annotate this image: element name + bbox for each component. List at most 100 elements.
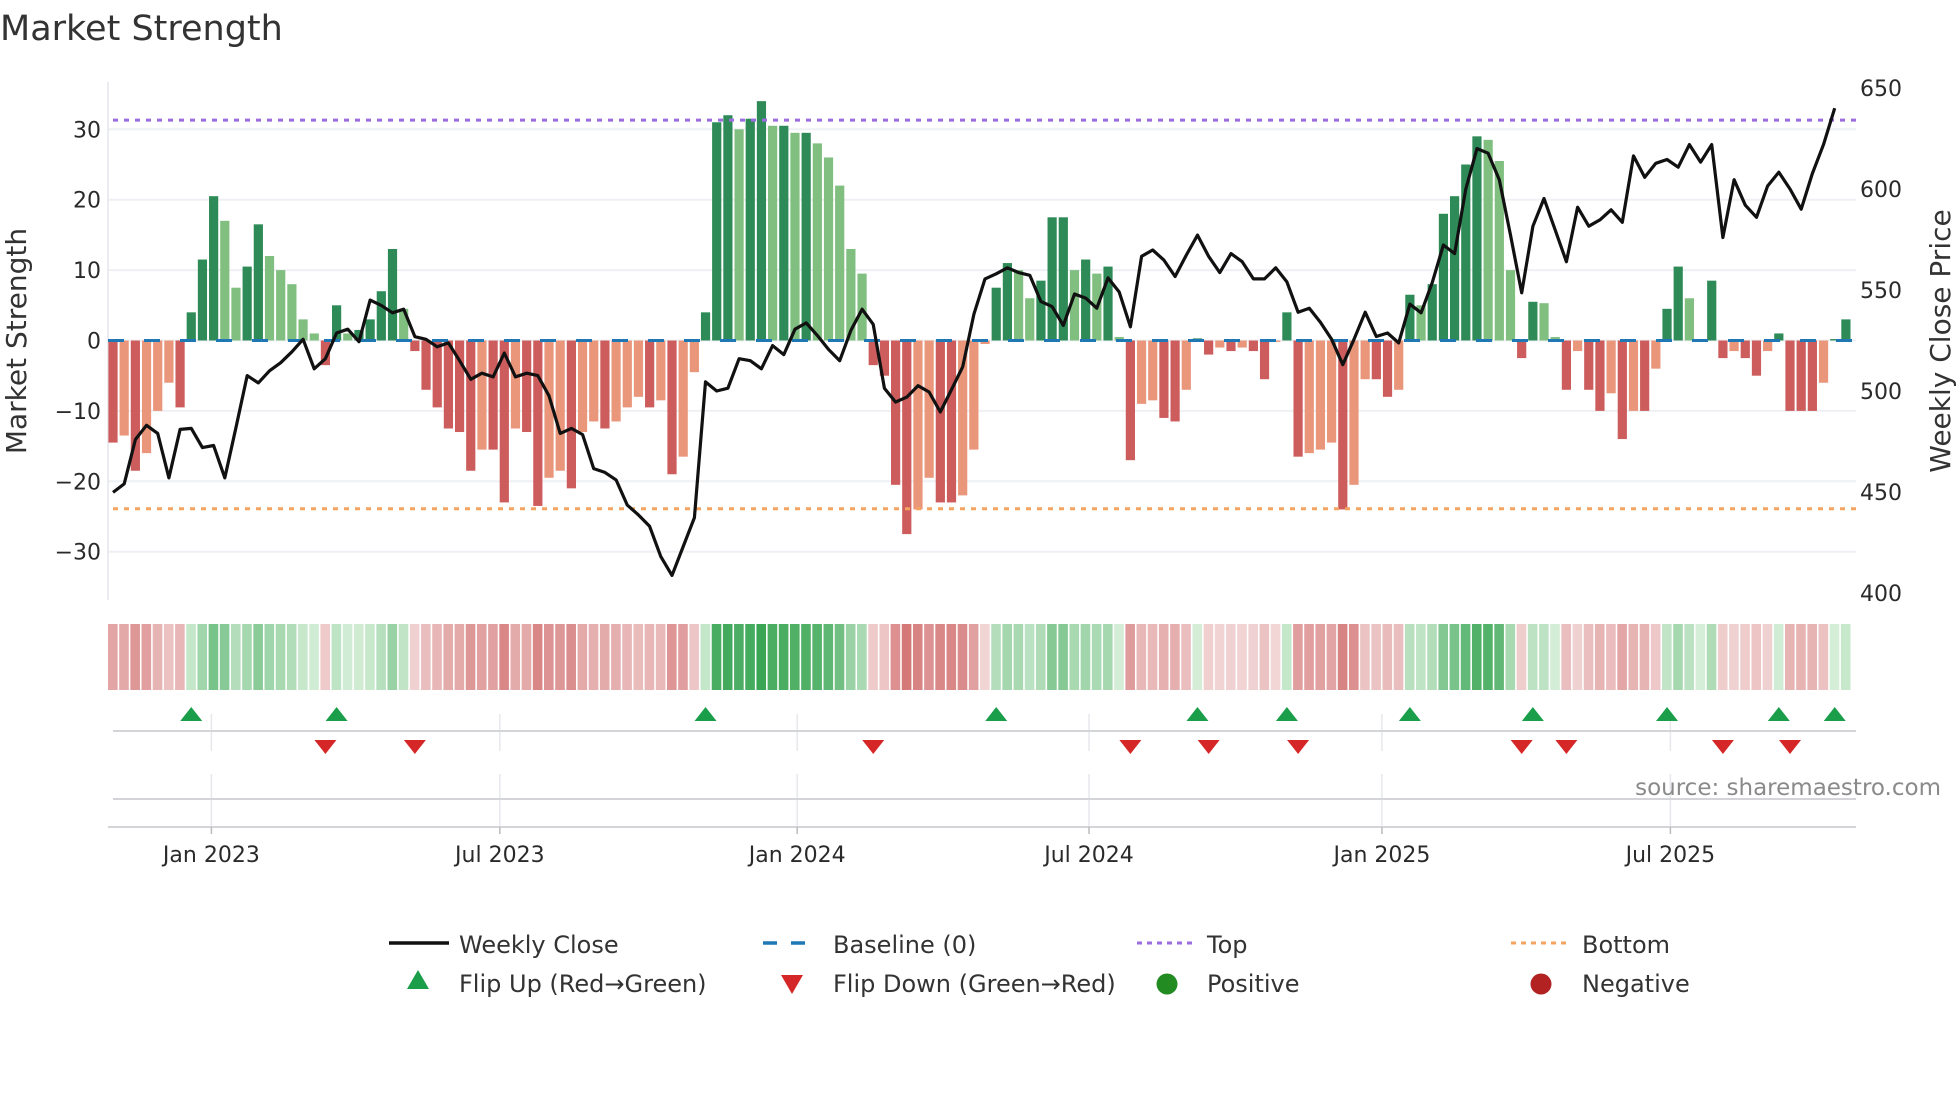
strength-bar xyxy=(1215,340,1225,348)
heatmap-cell xyxy=(1326,624,1337,690)
strength-bar xyxy=(745,118,755,341)
heatmap-cell xyxy=(1416,624,1426,690)
heatmap-cell xyxy=(208,624,219,690)
right-tick-label: 500 xyxy=(1860,380,1902,405)
legend-baseline: Baseline (0) xyxy=(833,931,976,959)
flip-down-marker xyxy=(1711,740,1734,754)
strength-bar xyxy=(1628,340,1639,411)
strength-bar xyxy=(119,340,129,436)
strength-bar xyxy=(1315,340,1326,450)
heatmap-cell xyxy=(756,624,767,690)
heatmap-cell xyxy=(1840,624,1851,690)
left-tick-label: 0 xyxy=(87,330,101,355)
right-tick-label: 550 xyxy=(1860,279,1902,304)
strength-bar xyxy=(376,291,386,341)
heatmap-cell xyxy=(130,624,140,690)
strength-bar xyxy=(700,312,711,341)
flip-down-icon xyxy=(781,975,803,994)
heatmap-cell xyxy=(320,624,331,690)
strength-bar xyxy=(577,340,588,433)
strength-bar xyxy=(1148,340,1158,401)
strength-bar xyxy=(1807,340,1817,411)
strength-bar xyxy=(969,340,979,450)
strength-bar xyxy=(242,266,252,341)
strength-bar xyxy=(946,340,957,503)
heatmap-cell xyxy=(946,624,957,690)
strength-bar xyxy=(1505,270,1516,341)
flip-up-marker xyxy=(1823,707,1846,721)
heatmap-cell xyxy=(1561,624,1571,690)
strength-bar xyxy=(812,143,822,341)
heatmap-cell xyxy=(577,624,588,690)
strength-bar xyxy=(1517,340,1527,359)
strength-bar xyxy=(712,122,722,341)
strength-bar xyxy=(678,340,688,457)
heatmap-cell xyxy=(1304,624,1314,690)
heatmap-cell xyxy=(108,624,118,690)
heatmap-cell xyxy=(376,624,386,690)
heatmap-cell xyxy=(1125,624,1135,690)
heatmap-cell xyxy=(1259,624,1270,690)
heatmap-cell xyxy=(465,624,476,690)
strength-bar xyxy=(1751,340,1762,376)
heatmap-cell xyxy=(1360,624,1370,690)
heatmap-cell xyxy=(1818,624,1829,690)
heatmap-cell xyxy=(1505,624,1516,690)
strength-bar xyxy=(1394,340,1404,390)
strength-bar xyxy=(1740,340,1750,359)
heatmap-cell xyxy=(1158,624,1169,690)
strength-bar xyxy=(913,340,923,510)
strength-bar xyxy=(633,340,644,397)
strength-bar xyxy=(1718,340,1728,359)
strength-bar xyxy=(1327,340,1337,443)
strength-bar xyxy=(566,340,576,489)
strength-bar xyxy=(622,340,632,408)
strength-bar xyxy=(656,340,666,401)
flip-up-marker xyxy=(694,707,717,721)
heatmap-cell xyxy=(745,624,755,690)
flip-down-marker xyxy=(1287,740,1310,754)
positive-dot-icon xyxy=(1156,973,1178,995)
heatmap-cell xyxy=(510,624,521,690)
heatmap-cell xyxy=(1773,624,1784,690)
strength-bar xyxy=(253,224,263,341)
heatmap-cell xyxy=(219,624,230,690)
strength-bar xyxy=(1595,340,1605,411)
strength-bar xyxy=(488,340,498,450)
heatmap-cell xyxy=(1740,624,1750,690)
heatmap-cell xyxy=(119,624,129,690)
heatmap-cell xyxy=(901,624,912,690)
strength-bar xyxy=(1013,270,1024,341)
heatmap-cell xyxy=(1024,624,1035,690)
heatmap-cell xyxy=(1069,624,1080,690)
strength-bar xyxy=(1170,340,1180,422)
flip-down-marker xyxy=(403,740,426,754)
legend-positive: Positive xyxy=(1207,970,1300,998)
flip-up-marker xyxy=(1275,707,1298,721)
heatmap-cell xyxy=(331,624,342,690)
legend-weekly-close: Weekly Close xyxy=(459,931,619,959)
strength-bar xyxy=(1450,196,1460,341)
right-tick-label: 650 xyxy=(1860,77,1902,102)
heatmap-cell xyxy=(1315,624,1326,690)
heatmap-cell xyxy=(655,624,666,690)
heatmap-cell xyxy=(1762,624,1773,690)
right-axis-title: Weekly Close Price xyxy=(1924,209,1957,472)
heatmap-cell xyxy=(1192,624,1203,690)
heatmap-cell xyxy=(980,624,990,690)
heatmap-cell xyxy=(1594,624,1605,690)
strength-bar xyxy=(164,340,174,383)
flip-down-marker xyxy=(1510,740,1533,754)
heatmap-cell xyxy=(1695,624,1706,690)
strength-bar xyxy=(1818,340,1829,383)
strength-bar xyxy=(466,340,476,471)
strength-bars xyxy=(108,101,1851,535)
heatmap-cell xyxy=(1427,624,1437,690)
strength-bar xyxy=(1640,340,1650,411)
strength-bar xyxy=(1763,340,1773,352)
heatmap-cell xyxy=(197,624,208,690)
strength-bar xyxy=(141,340,152,454)
strength-bar xyxy=(1159,340,1169,418)
heatmap-cell xyxy=(1460,624,1471,690)
heatmap-cell xyxy=(1684,624,1694,690)
